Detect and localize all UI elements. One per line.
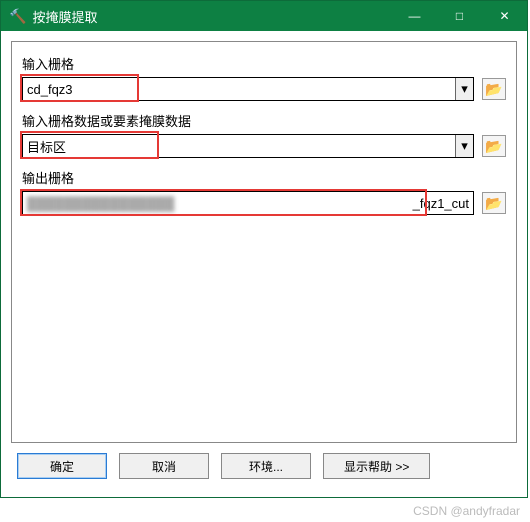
show-help-button[interactable]: 显示帮助 >> — [323, 453, 430, 479]
chevron-down-icon[interactable]: ▾ — [455, 135, 473, 157]
output-raster-input[interactable]: ████████████████ _fqz1_cut — [22, 191, 474, 215]
mask-data-value: 目标区 — [27, 137, 66, 156]
input-raster-combo[interactable]: cd_fqz3 ▾ — [22, 77, 474, 101]
titlebar-buttons: — □ ✕ — [392, 1, 527, 31]
output-raster-suffix: _fqz1_cut — [413, 196, 473, 211]
field-output-raster: 输出栅格 ████████████████ _fqz1_cut 📂 — [22, 168, 506, 215]
content-area: 输入栅格 cd_fqz3 ▾ 📂 输入栅格数据或要素掩膜数据 — [1, 31, 527, 497]
ok-button[interactable]: 确定 — [17, 453, 107, 479]
environments-button[interactable]: 环境... — [221, 453, 311, 479]
input-raster-label: 输入栅格 — [22, 54, 506, 73]
dialog-window: 🔨 按掩膜提取 — □ ✕ 输入栅格 cd_fqz3 ▾ — [0, 0, 528, 498]
titlebar: 🔨 按掩膜提取 — □ ✕ — [1, 1, 527, 31]
mask-data-label: 输入栅格数据或要素掩膜数据 — [22, 111, 506, 130]
chevron-down-icon[interactable]: ▾ — [455, 78, 473, 100]
field-mask-data: 输入栅格数据或要素掩膜数据 目标区 ▾ 📂 — [22, 111, 506, 158]
cancel-button[interactable]: 取消 — [119, 453, 209, 479]
maximize-button[interactable]: □ — [437, 1, 482, 31]
watermark: CSDN @andyfradar — [413, 504, 520, 518]
minimize-button[interactable]: — — [392, 1, 437, 31]
mask-data-combo[interactable]: 目标区 ▾ — [22, 134, 474, 158]
hammer-icon: 🔨 — [9, 8, 26, 25]
folder-icon: 📂 — [485, 195, 502, 212]
output-path-blurred: ████████████████ — [27, 196, 413, 211]
button-row: 确定 取消 环境... 显示帮助 >> — [11, 443, 517, 487]
form-area: 输入栅格 cd_fqz3 ▾ 📂 输入栅格数据或要素掩膜数据 — [11, 41, 517, 443]
input-raster-value: cd_fqz3 — [27, 82, 73, 97]
close-button[interactable]: ✕ — [482, 1, 527, 31]
window-title: 按掩膜提取 — [32, 7, 392, 26]
browse-output-raster-button[interactable]: 📂 — [482, 192, 506, 214]
browse-input-raster-button[interactable]: 📂 — [482, 78, 506, 100]
browse-mask-data-button[interactable]: 📂 — [482, 135, 506, 157]
field-input-raster: 输入栅格 cd_fqz3 ▾ 📂 — [22, 54, 506, 101]
folder-icon: 📂 — [485, 138, 502, 155]
folder-icon: 📂 — [485, 81, 502, 98]
output-raster-label: 输出栅格 — [22, 168, 506, 187]
